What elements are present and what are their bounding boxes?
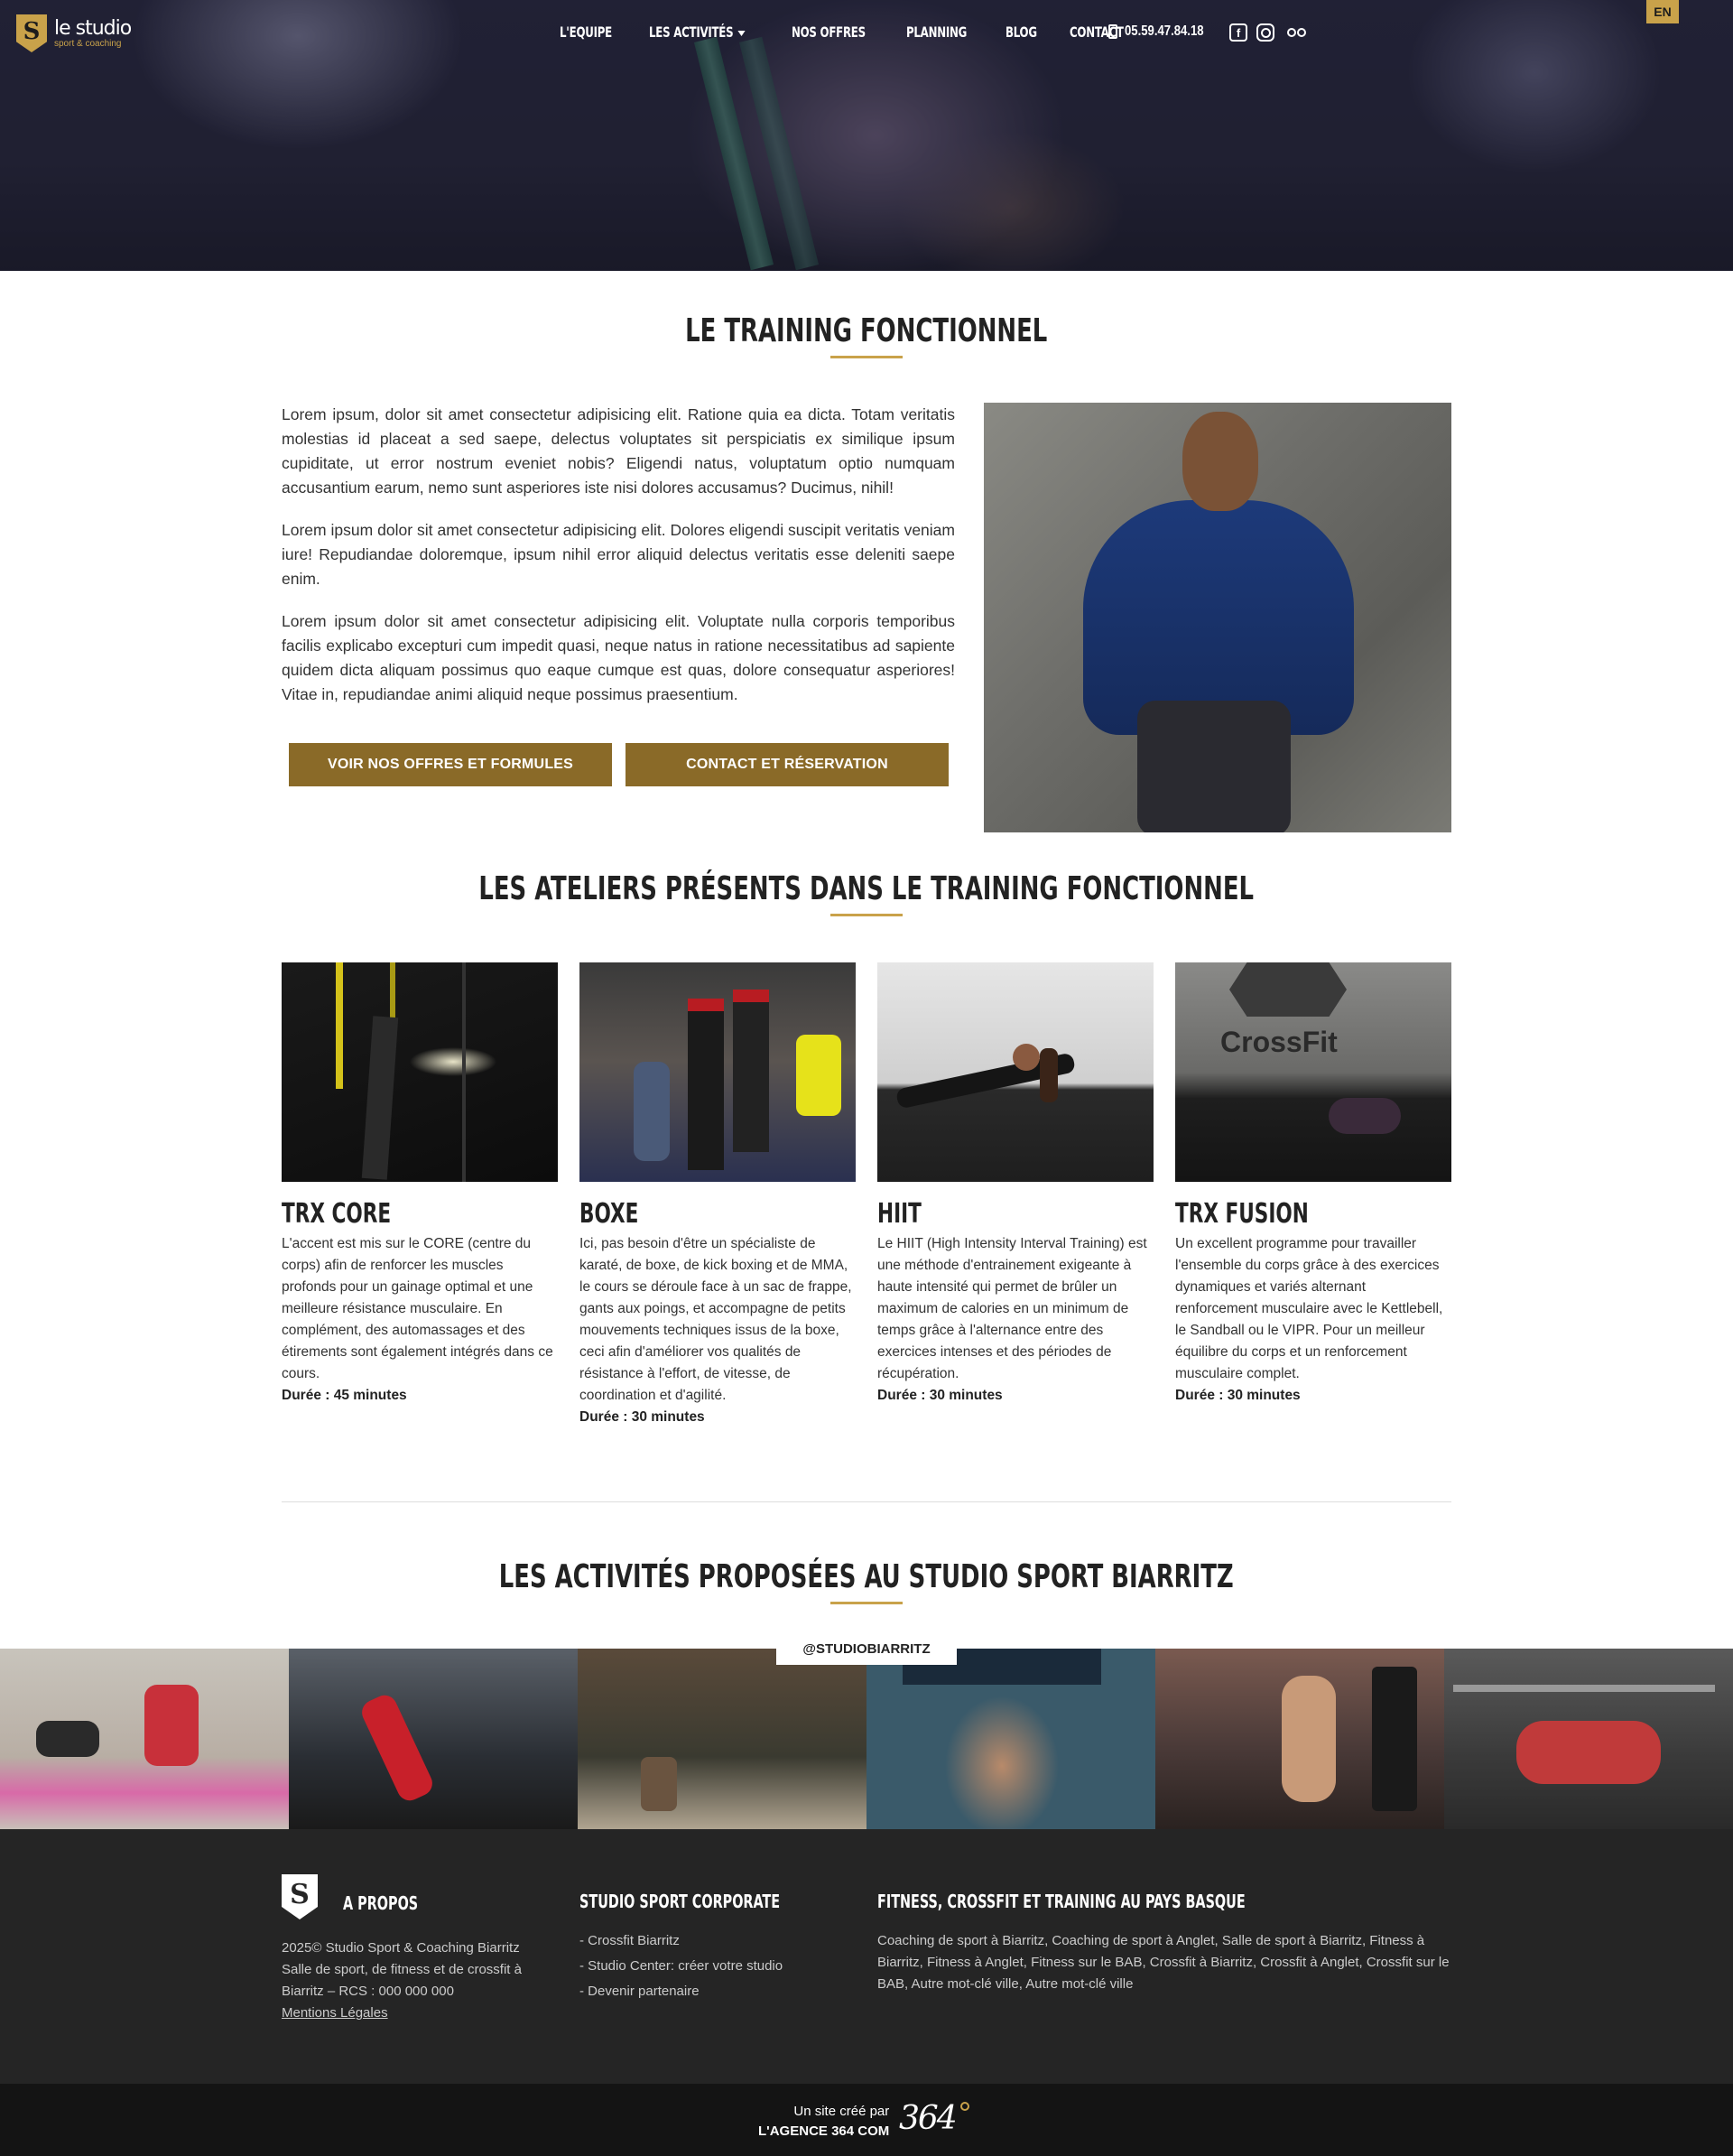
trx-core-image (282, 962, 558, 1182)
tripadvisor-icon[interactable] (1284, 23, 1309, 42)
logo-title: le studio (54, 16, 132, 40)
training-photo (984, 403, 1451, 832)
instagram-photo[interactable] (0, 1649, 289, 1829)
atelier-description: L'accent est mis sur le CORE (centre du … (282, 1236, 553, 1381)
atelier-name: TRX FUSION (1175, 1198, 1309, 1230)
credit-line: Un site créé par (793, 2104, 890, 2119)
ateliers-title: LES ATELIERS PRÉSENTS DANS LE TRAINING F… (478, 870, 1255, 907)
phone-link[interactable]: 05.59.47.84.18 (1108, 23, 1221, 40)
social-links: f (1229, 23, 1309, 42)
footer-about-title: A PROPOS (343, 1892, 419, 1914)
facebook-icon[interactable]: f (1229, 23, 1247, 42)
language-switch[interactable]: EN (1646, 0, 1679, 23)
intro-text: Lorem ipsum, dolor sit amet consectetur … (282, 403, 955, 725)
footer: S A PROPOS 2025© Studio Sport & Coaching… (0, 1829, 1733, 2084)
atelier-card: HIIT Le HIIT (High Intensity Interval Tr… (877, 962, 1154, 1428)
logo-subtitle: sport & coaching (54, 38, 122, 49)
intro-paragraph: Lorem ipsum dolor sit amet consectetur a… (282, 612, 955, 703)
contact-reservation-button[interactable]: CONTACT ET RÉSERVATION (626, 743, 949, 786)
footer-about-line: Biarritz – RCS : 000 000 000 (282, 1984, 454, 1999)
atelier-card: CrossFit TRX FUSION Un excellent program… (1175, 962, 1451, 1428)
atelier-description: Le HIIT (High Intensity Interval Trainin… (877, 1236, 1147, 1381)
nav-equipe[interactable]: L'EQUIPE (560, 23, 612, 41)
footer-about-line: Salle de sport, de fitness et de crossfi… (282, 1962, 522, 1977)
credit-text: Un site créé par L'AGENCE 364 COM (758, 2102, 889, 2142)
boxe-image (579, 962, 856, 1182)
atelier-duration: Durée : 30 minutes (1175, 1388, 1301, 1403)
footer-copyright: 2025© Studio Sport & Coaching Biarritz (282, 1940, 520, 1956)
intro-paragraph: Lorem ipsum dolor sit amet consectetur a… (282, 521, 955, 588)
instagram-photo[interactable] (866, 1649, 1155, 1829)
hero-overlay (0, 0, 1733, 271)
footer-basque-text: Coaching de sport à Biarritz, Coaching d… (877, 1933, 1450, 1992)
atelier-description: Ici, pas besoin d'être un spécialiste de… (579, 1236, 852, 1403)
title-underline (830, 914, 903, 916)
atelier-name: TRX CORE (282, 1198, 392, 1230)
instagram-photo[interactable] (1155, 1649, 1444, 1829)
footer-logo-icon: S (282, 1874, 318, 1919)
atelier-name: BOXE (579, 1198, 639, 1230)
footer-corporate-title: STUDIO SPORT CORPORATE (579, 1891, 781, 1912)
ateliers-grid: TRX CORE L'accent est mis sur le CORE (c… (282, 962, 1451, 1428)
instagram-feed (0, 1649, 1733, 1829)
nav-offres[interactable]: NOS OFFRES (792, 23, 866, 41)
nav-planning[interactable]: PLANNING (906, 23, 967, 41)
main-nav: L'EQUIPE LES ACTIVITÉS NOS OFFRES PLANNI… (560, 23, 1135, 41)
nav-blog[interactable]: BLOG (1006, 23, 1037, 41)
footer-basque-title: FITNESS, CROSSFIT ET TRAINING AU PAYS BA… (877, 1891, 1246, 1912)
mentions-legales-link[interactable]: Mentions Légales (282, 2005, 388, 2021)
footer-basque: FITNESS, CROSSFIT ET TRAINING AU PAYS BA… (877, 1891, 1338, 1912)
phone-icon (1108, 24, 1117, 39)
atelier-card: BOXE Ici, pas besoin d'être un spécialis… (579, 962, 856, 1428)
nav-activites-label: LES ACTIVITÉS (648, 23, 734, 41)
nav-activites[interactable]: LES ACTIVITÉS (648, 23, 746, 41)
atelier-description: Un excellent programme pour travailler l… (1175, 1236, 1443, 1381)
atelier-duration: Durée : 30 minutes (579, 1409, 705, 1425)
offres-button[interactable]: VOIR NOS OFFRES ET FORMULES (289, 743, 612, 786)
logo-shield-icon: S (16, 14, 47, 52)
credit-bar: Un site créé par L'AGENCE 364 COM 364 (0, 2084, 1733, 2156)
section-divider (282, 1501, 1451, 1502)
atelier-duration: Durée : 30 minutes (877, 1388, 1003, 1403)
section-title-wrap: LES ATELIERS PRÉSENTS DANS LE TRAINING F… (0, 870, 1733, 907)
intro-paragraph: Lorem ipsum, dolor sit amet consectetur … (282, 405, 955, 497)
instagram-icon[interactable] (1256, 23, 1274, 42)
footer-about-title-wrap: A PROPOS (343, 1892, 437, 1914)
activites-title: LES ACTIVITÉS PROPOSÉES AU STUDIO SPORT … (499, 1558, 1234, 1595)
atelier-name: HIIT (877, 1198, 922, 1230)
footer-link-studio-center[interactable]: - Studio Center: créer votre studio (579, 1954, 783, 1979)
atelier-duration: Durée : 45 minutes (282, 1388, 407, 1403)
atelier-card: TRX CORE L'accent est mis sur le CORE (c… (282, 962, 558, 1428)
trx-fusion-image: CrossFit (1175, 962, 1451, 1182)
hiit-image (877, 962, 1154, 1182)
instagram-photo[interactable] (578, 1649, 866, 1829)
page-title: LE TRAINING FONCTIONNEL (685, 312, 1048, 349)
footer-link-partenaire[interactable]: - Devenir partenaire (579, 1979, 783, 2004)
title-underline (830, 1602, 903, 1604)
instagram-photo[interactable] (1444, 1649, 1733, 1829)
hero-banner: S le studio sport & coaching L'EQUIPE LE… (0, 0, 1733, 271)
footer-about: 2025© Studio Sport & Coaching Biarritz S… (282, 1938, 552, 2024)
instagram-photo[interactable] (289, 1649, 578, 1829)
phone-number: 05.59.47.84.18 (1125, 23, 1204, 39)
title-underline (830, 356, 903, 358)
section-title-wrap: LES ACTIVITÉS PROPOSÉES AU STUDIO SPORT … (0, 1558, 1733, 1595)
site-logo[interactable]: S le studio sport & coaching (16, 14, 132, 52)
instagram-handle[interactable]: @STUDIOBIARRITZ (776, 1632, 957, 1665)
footer-corporate-links: - Crossfit Biarritz - Studio Center: cré… (579, 1928, 783, 2004)
section-title-wrap: LE TRAINING FONCTIONNEL (0, 312, 1733, 349)
agency-logo[interactable]: 364 (899, 2100, 958, 2137)
agency-logo-dot-icon (960, 2102, 969, 2111)
chevron-down-icon (737, 30, 746, 36)
footer-link-crossfit[interactable]: - Crossfit Biarritz (579, 1928, 783, 1954)
agency-link[interactable]: L'AGENCE 364 COM (758, 2122, 889, 2142)
footer-corporate: STUDIO SPORT CORPORATE (579, 1891, 830, 1912)
